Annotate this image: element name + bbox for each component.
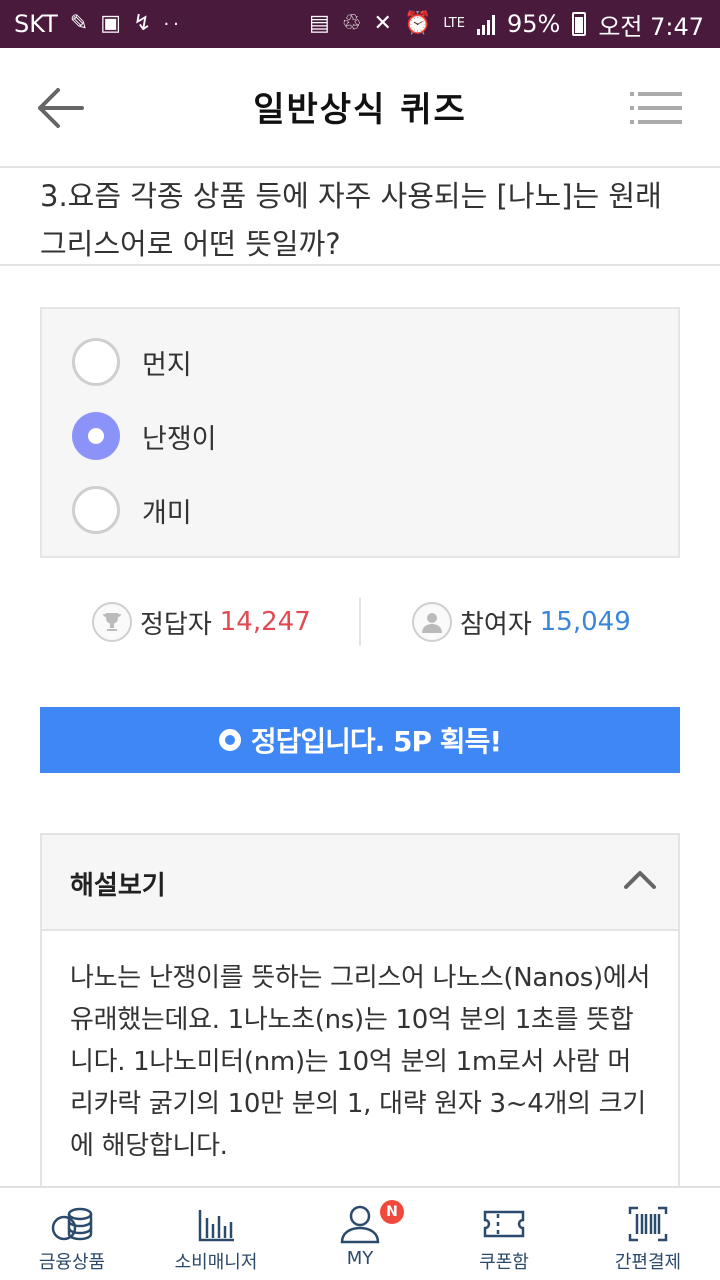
correct-stat: 정답자 14,247: [92, 598, 311, 646]
status-right: ▤ ♲ ✕ ⏰ LTE 95% 오전 7:47: [309, 7, 704, 42]
barcode-icon: [628, 1206, 668, 1242]
radio-unchecked-icon[interactable]: [72, 486, 120, 534]
stats-divider: [359, 598, 361, 646]
explanation-panel: 해설보기 나노는 난쟁이를 뜻하는 그리스어 나노스(Nanos)에서 유래했는…: [40, 833, 680, 1203]
recycle-icon: ♲: [341, 11, 362, 36]
explanation-text: 나노는 난쟁이를 뜻하는 그리스어 나노스(Nanos)에서 유래했는데요. 1…: [70, 963, 651, 1161]
nav-item-spending-manager[interactable]: 소비매니저: [144, 1188, 288, 1280]
battery-percent: 95%: [506, 10, 561, 38]
correct-label: 정답자: [140, 609, 212, 640]
answer-options: 먼지 난쟁이 개미: [40, 307, 680, 558]
correct-count: 14,247: [219, 607, 311, 637]
nav-label: 간편결제: [614, 1252, 682, 1273]
mute-icon: ✕: [373, 11, 392, 36]
coins-icon: [51, 1207, 93, 1241]
image-icon: ▣: [100, 11, 122, 36]
nav-label: 쿠폰함: [479, 1252, 529, 1273]
signal-icon: [476, 13, 495, 35]
quiz-stats: 정답자 14,247 참여자 15,049: [40, 598, 680, 646]
ticket-icon: [483, 1210, 525, 1238]
option-2[interactable]: 난쟁이: [72, 410, 217, 462]
missed-call-icon: ↯: [133, 11, 152, 36]
notification-badge: N: [380, 1200, 404, 1224]
carrier-label: SKT: [14, 10, 58, 38]
bar-chart-icon: [198, 1210, 234, 1242]
radio-checked-icon[interactable]: [72, 412, 120, 460]
clock: 오전 7:47: [598, 12, 704, 41]
app-bar: 일반상식 퀴즈: [0, 48, 720, 168]
option-label: 난쟁이: [142, 423, 217, 455]
nav-label: MY: [346, 1248, 374, 1269]
participant-count: 15,049: [539, 607, 631, 637]
nav-item-easy-pay[interactable]: 간편결제: [576, 1188, 720, 1280]
option-1[interactable]: 먼지: [72, 336, 192, 388]
option-label: 먼지: [142, 349, 192, 381]
notification-icon: ✎: [69, 11, 89, 36]
explanation-toggle[interactable]: 해설보기: [42, 835, 678, 931]
radio-unchecked-icon[interactable]: [72, 338, 120, 386]
nav-label: 금융상품: [38, 1252, 106, 1273]
result-message: 정답입니다. 5P 획득!: [250, 725, 502, 758]
bottom-nav: 금융상품 소비매니저 MY N 쿠폰함 간편결제: [0, 1186, 720, 1280]
nav-item-my[interactable]: MY N: [288, 1188, 432, 1280]
question-text: 3.요즘 각종 상품 등에 자주 사용되는 [나노]는 원래 그리스어로 어떤 …: [0, 168, 720, 266]
option-3[interactable]: 개미: [72, 484, 192, 536]
result-banner: 정답입니다. 5P 획득!: [40, 707, 680, 773]
list-menu-icon[interactable]: [630, 90, 682, 126]
nav-label: 소비매니저: [174, 1252, 258, 1273]
explanation-title: 해설보기: [70, 871, 166, 901]
chevron-up-icon[interactable]: [622, 865, 658, 893]
status-bar: SKT ✎ ▣ ↯ ·· ▤ ♲ ✕ ⏰ LTE 95% 오전 7:47: [0, 0, 720, 48]
battery-saver-icon: ▤: [308, 11, 330, 36]
page-title: 일반상식 퀴즈: [253, 90, 467, 130]
alarm-icon: ⏰: [403, 11, 432, 36]
battery-icon: [572, 12, 587, 36]
correct-circle-icon: [218, 729, 241, 751]
lte-icon: LTE: [443, 16, 465, 31]
trophy-icon: [92, 602, 132, 642]
user-icon: [340, 1205, 380, 1244]
nav-item-financial-products[interactable]: 금융상품: [0, 1188, 144, 1280]
person-icon: [412, 602, 452, 642]
more-notifications-icon: ··: [163, 13, 183, 35]
nav-item-coupons[interactable]: 쿠폰함: [432, 1188, 576, 1280]
participant-stat: 참여자 15,049: [412, 598, 631, 646]
option-label: 개미: [142, 497, 192, 529]
participant-label: 참여자: [460, 609, 532, 640]
status-left: SKT ✎ ▣ ↯ ··: [14, 10, 183, 38]
